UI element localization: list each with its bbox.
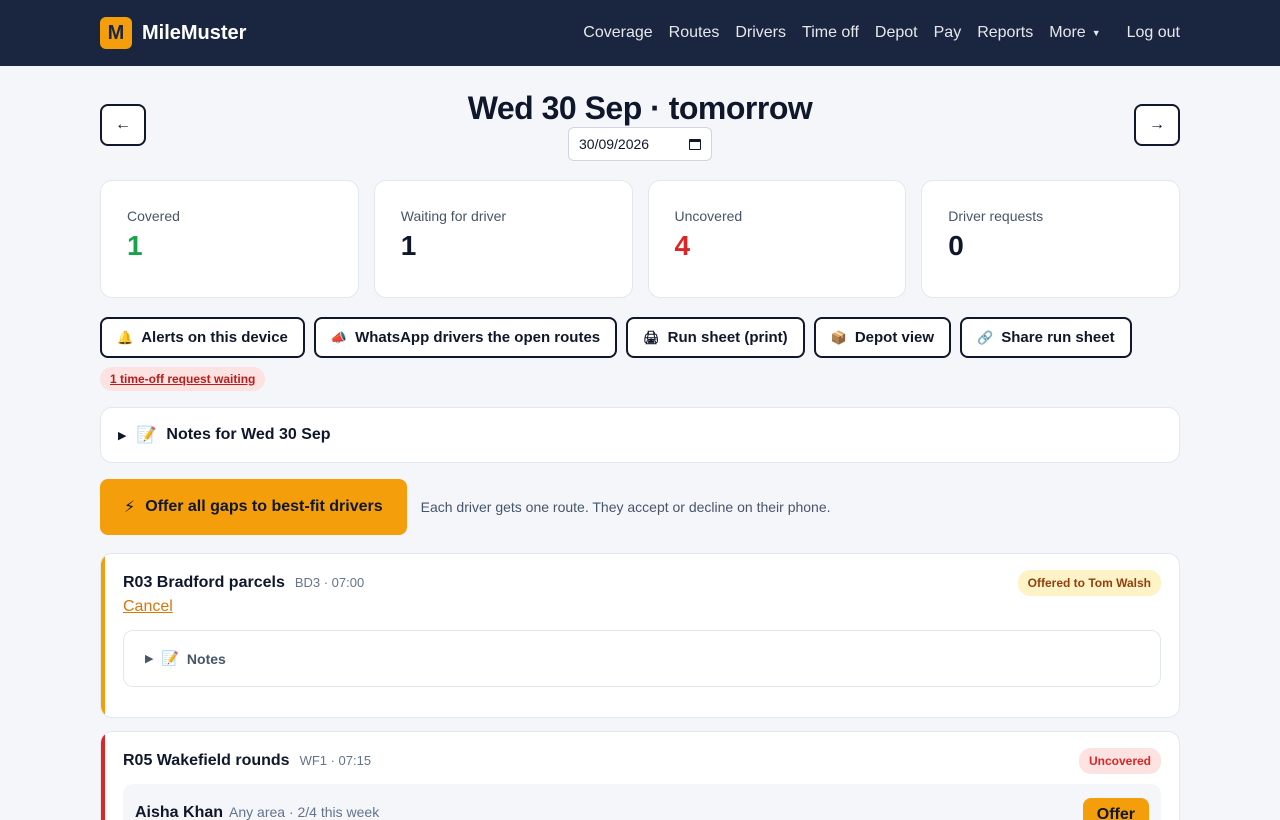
candidate-name: Aisha Khan: [135, 804, 224, 820]
nav-depot[interactable]: Depot: [875, 24, 918, 42]
stat-value: 1: [127, 230, 143, 261]
action-bar: 🔔 Alerts on this device 📣 WhatsApp drive…: [100, 317, 1180, 358]
date-header: ← Wed 30 Sep · tomorrow 30/09/2026 →: [100, 66, 1180, 180]
nav-routes[interactable]: Routes: [669, 24, 720, 42]
stat-card-driver-requests: Driver requests 0: [921, 180, 1180, 298]
day-notes-toggle[interactable]: ▶ 📝 Notes for Wed 30 Sep: [100, 407, 1180, 463]
route-header: R03 Bradford parcels BD3 · 07:00: [123, 574, 1161, 592]
triangle-right-icon: ▶: [145, 653, 154, 665]
run-sheet-print-button[interactable]: 🖨 Run sheet (print): [626, 317, 805, 358]
package-icon: 📦: [830, 329, 847, 345]
day-notes-label: Notes for Wed 30 Sep: [166, 426, 331, 443]
whatsapp-button-label: WhatsApp drivers the open routes: [355, 329, 601, 346]
cancel-offer-link[interactable]: Cancel: [123, 598, 173, 616]
printer-icon: 🖨: [643, 329, 660, 345]
stat-label: Covered: [127, 208, 180, 224]
depot-view-button-label: Depot view: [854, 329, 935, 346]
share-run-sheet-button[interactable]: 🔗 Share run sheet: [960, 317, 1132, 358]
alerts-button-label: Alerts on this device: [141, 329, 288, 346]
candidate-info: Aisha Khan Any area · 2/4 this week: [135, 804, 379, 820]
stat-value: 4: [674, 230, 691, 261]
offer-all-hint: Each driver gets one route. They accept …: [420, 499, 831, 515]
main-nav: Coverage Routes Drivers Time off Depot P…: [583, 24, 1180, 42]
route-meta: BD3 · 07:00: [294, 575, 365, 590]
run-sheet-button-label: Run sheet (print): [667, 329, 788, 346]
candidate-row: Aisha Khan Any area · 2/4 this week Offe…: [123, 784, 1161, 820]
offer-button[interactable]: Offer: [1082, 798, 1149, 820]
link-icon: 🔗: [977, 329, 994, 345]
route-card: R03 Bradford parcels BD3 · 07:00 Offered…: [100, 553, 1180, 718]
nav-more-dropdown[interactable]: More ▼: [1049, 24, 1100, 42]
route-notes-toggle[interactable]: ▶ 📝 Notes: [123, 630, 1161, 687]
notes-icon: 📝: [161, 650, 179, 666]
offer-all-gaps-button[interactable]: ⚡ Offer all gaps to best-fit drivers: [100, 479, 407, 535]
candidate-meta: Any area · 2/4 this week: [229, 804, 380, 820]
nav-reports[interactable]: Reports: [977, 24, 1033, 42]
status-badge: Offered to Tom Walsh: [1017, 570, 1161, 596]
nav-drivers[interactable]: Drivers: [735, 24, 786, 42]
logout-link[interactable]: Log out: [1127, 24, 1180, 42]
top-navbar: M MileMuster Coverage Routes Drivers Tim…: [0, 0, 1280, 66]
brand-logo: M: [100, 17, 132, 49]
route-notes-label: Notes: [186, 650, 226, 667]
stat-card-uncovered: Uncovered 4: [647, 180, 907, 298]
stat-value: 1: [400, 230, 417, 261]
brand-name: MileMuster: [142, 21, 247, 44]
status-badge: Uncovered: [1078, 748, 1161, 774]
next-day-button[interactable]: →: [1134, 104, 1180, 146]
route-name: R03 Bradford parcels: [123, 574, 285, 591]
date-picker-input[interactable]: 30/09/2026: [568, 127, 712, 161]
stat-label: Uncovered: [674, 208, 743, 224]
offer-all-label: Offer all gaps to best-fit drivers: [145, 498, 383, 515]
calendar-icon[interactable]: [689, 138, 701, 150]
stat-card-covered: Covered 1: [100, 180, 359, 298]
nav-pay[interactable]: Pay: [934, 24, 962, 42]
nav-more-label: More: [1049, 24, 1086, 41]
megaphone-icon: 📣: [330, 329, 348, 345]
date-input-value: 30/09/2026: [579, 136, 650, 152]
stats-row: Covered 1 Waiting for driver 1 Uncovered…: [100, 180, 1180, 298]
nav-time-off[interactable]: Time off: [802, 24, 859, 42]
route-name: R05 Wakefield rounds: [123, 752, 290, 769]
stat-card-waiting: Waiting for driver 1: [373, 180, 633, 298]
brand[interactable]: M MileMuster: [100, 17, 246, 49]
route-meta: WF1 · 07:15: [299, 753, 372, 768]
stat-value: 0: [948, 230, 964, 261]
stat-label: Driver requests: [948, 208, 1044, 224]
alerts-button[interactable]: 🔔 Alerts on this device: [100, 317, 305, 358]
timeoff-request-link[interactable]: 1 time-off request waiting: [100, 367, 266, 391]
share-button-label: Share run sheet: [1001, 329, 1115, 346]
whatsapp-drivers-button[interactable]: 📣 WhatsApp drivers the open routes: [313, 317, 618, 358]
lightning-icon: ⚡: [124, 499, 136, 516]
nav-coverage[interactable]: Coverage: [583, 24, 652, 42]
caret-down-icon: ▼: [1091, 28, 1101, 38]
offer-all-row: ⚡ Offer all gaps to best-fit drivers Eac…: [100, 479, 1180, 535]
triangle-right-icon: ▶: [118, 429, 127, 442]
stat-label: Waiting for driver: [400, 208, 507, 224]
depot-view-button[interactable]: 📦 Depot view: [813, 317, 952, 358]
bell-icon: 🔔: [117, 329, 134, 345]
route-card: R05 Wakefield rounds WF1 · 07:15 Uncover…: [100, 731, 1180, 820]
main-content: ← Wed 30 Sep · tomorrow 30/09/2026 → Cov…: [0, 66, 1280, 820]
notes-icon: 📝: [136, 427, 157, 444]
page-title: Wed 30 Sep · tomorrow: [467, 90, 813, 126]
route-header: R05 Wakefield rounds WF1 · 07:15: [123, 752, 1161, 770]
